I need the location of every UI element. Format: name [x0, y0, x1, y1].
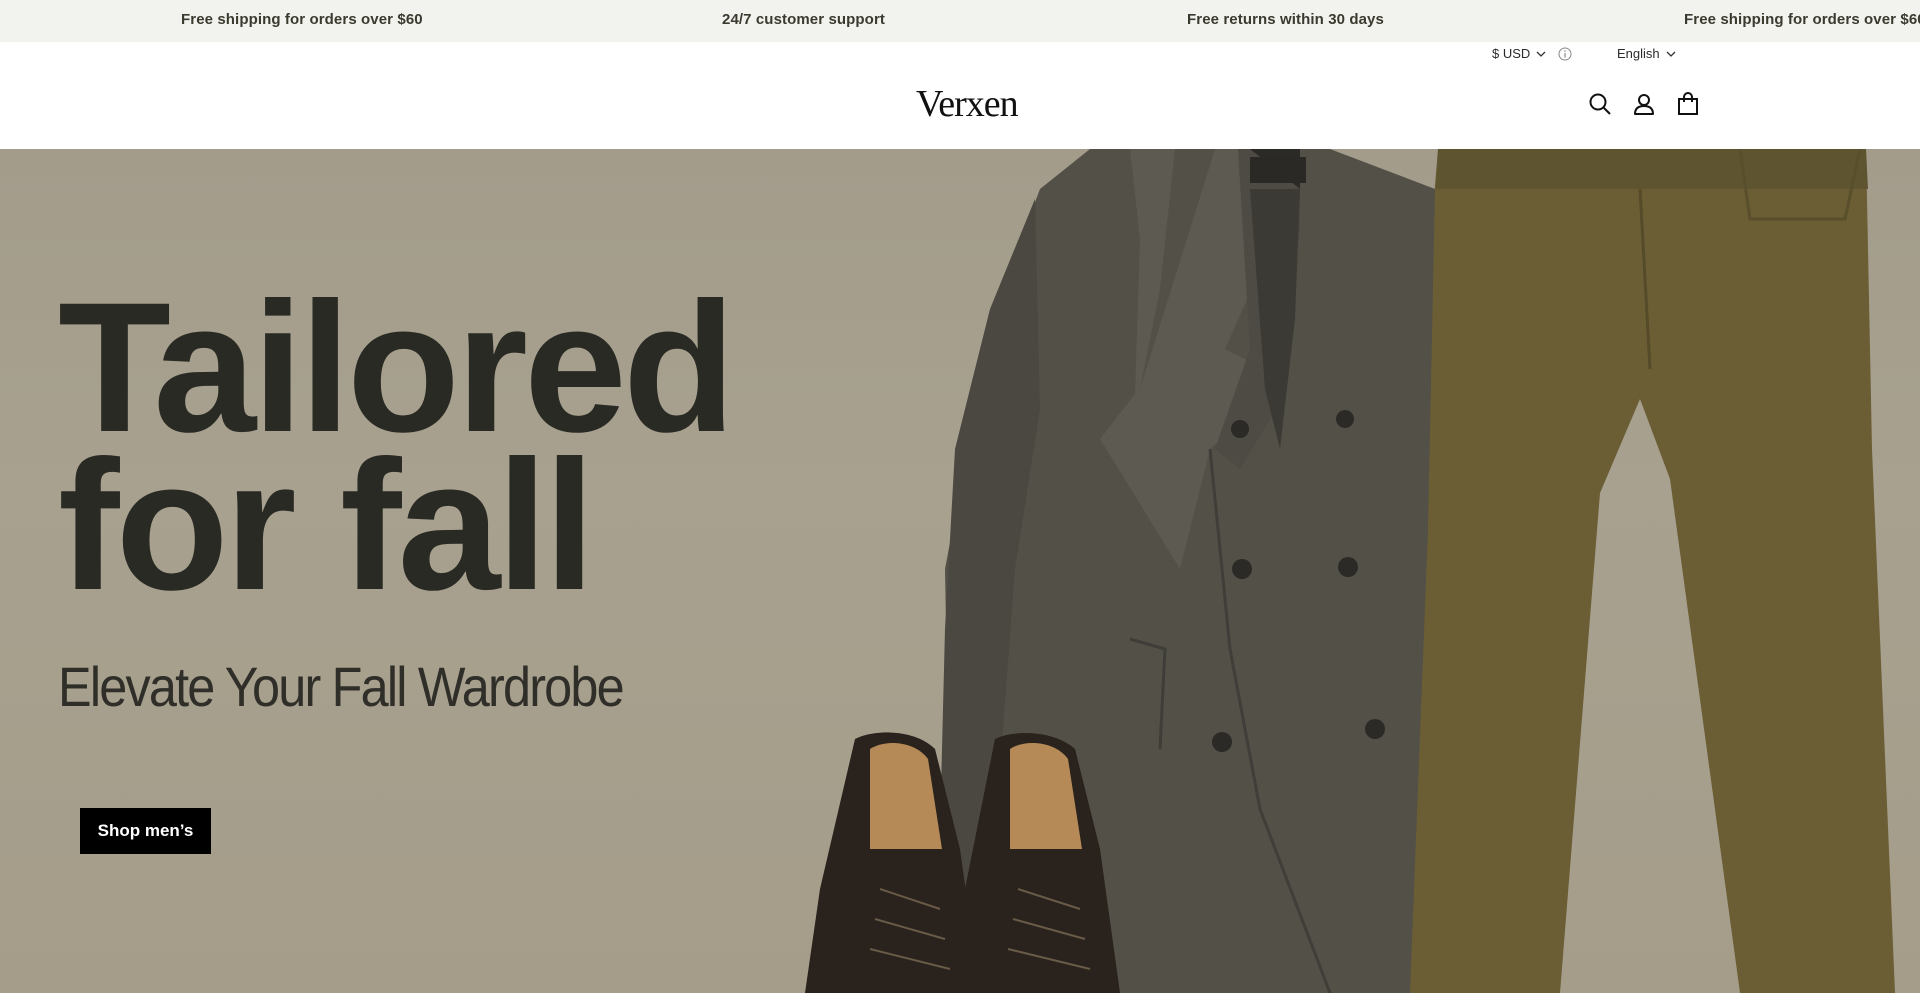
search-icon[interactable] — [1588, 92, 1612, 116]
language-label: English — [1617, 46, 1660, 61]
cart-icon[interactable] — [1676, 92, 1700, 116]
site-header: $ USD English Verxen — [0, 42, 1920, 149]
announcement-item: Free shipping for orders over $60 — [181, 11, 423, 28]
site-logo[interactable]: Verxen — [916, 82, 1019, 126]
chevron-down-icon — [1536, 51, 1546, 57]
chevron-down-icon — [1666, 51, 1676, 57]
hero-title: Tailored for fall — [58, 265, 736, 629]
announcement-item: Free returns within 30 days — [1187, 11, 1384, 28]
announcement-item: Free shipping for orders over $60 — [1684, 11, 1920, 28]
shop-mens-button[interactable]: Shop men’s — [80, 808, 211, 854]
currency-selector[interactable]: $ USD — [1492, 46, 1572, 61]
hero-subtitle: Elevate Your Fall Wardrobe — [58, 655, 625, 718]
announcement-item: 24/7 customer support — [722, 11, 885, 28]
hero-banner: Tailored for fall Elevate Your Fall Ward… — [0, 149, 1920, 993]
announcement-bar: Free shipping for orders over $60 24/7 c… — [0, 0, 1920, 42]
language-selector[interactable]: English — [1617, 46, 1676, 61]
account-icon[interactable] — [1632, 92, 1656, 116]
currency-label: $ USD — [1492, 46, 1531, 61]
info-icon[interactable] — [1558, 47, 1572, 61]
